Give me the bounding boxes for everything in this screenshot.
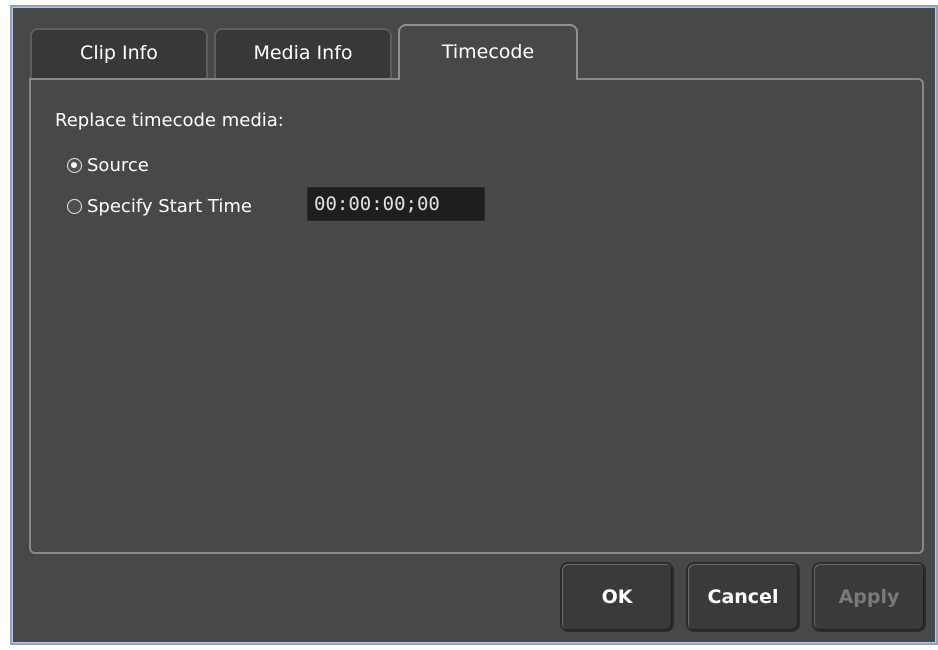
ok-button[interactable]: OK xyxy=(560,562,674,632)
tab-timecode[interactable]: Timecode xyxy=(398,24,578,80)
tab-clip-info[interactable]: Clip Info xyxy=(30,28,208,78)
replace-timecode-heading: Replace timecode media: xyxy=(55,110,284,131)
specify-start-time-option[interactable]: Specify Start Time xyxy=(67,196,252,217)
source-label: Source xyxy=(87,155,149,176)
apply-button[interactable]: Apply xyxy=(812,562,926,632)
dialog-window: Clip Info Media Info Timecode Replace ti… xyxy=(10,5,938,645)
source-radio[interactable] xyxy=(67,158,82,173)
specify-start-time-radio[interactable] xyxy=(67,199,82,214)
specify-start-time-label: Specify Start Time xyxy=(87,196,252,217)
cancel-button[interactable]: Cancel xyxy=(686,562,800,632)
start-time-field[interactable] xyxy=(307,187,485,221)
timecode-panel: Replace timecode media: Source Specify S… xyxy=(29,78,924,554)
tab-media-info[interactable]: Media Info xyxy=(214,28,392,78)
source-option[interactable]: Source xyxy=(67,155,149,176)
